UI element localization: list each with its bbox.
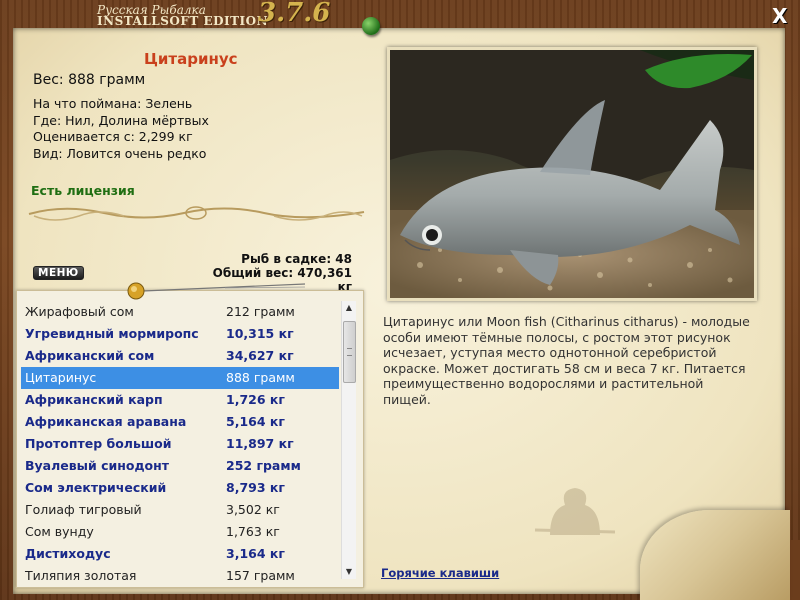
catch-item-weight: 34,627 кг [226, 348, 294, 363]
catch-item-name: Дистиходус [25, 546, 111, 561]
hotkeys-link[interactable]: Горячие клавиши [381, 566, 499, 580]
fish-description: Цитаринус или Moon fish (Citharinus cith… [383, 314, 750, 407]
catch-list-item[interactable]: Сом электрический 8,793 кг [21, 477, 339, 499]
catch-item-weight: 212 грамм [226, 304, 295, 319]
catch-list-item[interactable]: Жирафовый сом 212 грамм [21, 301, 339, 323]
app-title-line2: INSTALLSOFT EDITION [97, 14, 269, 28]
catch-item-weight: 3,164 кг [226, 546, 285, 561]
catch-item-name: Угревидный мормиропс [25, 326, 199, 341]
catch-list-item[interactable]: Цитаринус 888 грамм [21, 367, 339, 389]
catch-item-name: Африканский карп [25, 392, 163, 407]
ornament-divider [28, 206, 365, 221]
catch-item-weight: 252 грамм [226, 458, 301, 473]
scroll-down-icon[interactable]: ▼ [342, 565, 356, 579]
fish-info: На что поймана: Зелень Где: Нил, Долина … [33, 96, 209, 162]
catch-item-weight: 157 грамм [226, 568, 295, 583]
catch-list-item[interactable]: Сом вунду 1,763 кг [21, 521, 339, 543]
catch-list-item[interactable]: Африканский карп 1,726 кг [21, 389, 339, 411]
catch-item-name: Вуалевый синодонт [25, 458, 170, 473]
keepnet-count: Рыб в садке: 48 [241, 252, 352, 266]
grip-icon [347, 348, 352, 356]
menu-button[interactable]: МЕНЮ [33, 266, 84, 280]
catch-item-weight: 8,793 кг [226, 480, 285, 495]
catch-list[interactable]: Жирафовый сом 212 грамм Угревидный мормиро… [16, 290, 364, 588]
catch-item-weight: 11,897 кг [226, 436, 294, 451]
license-status: Есть лицензия [31, 183, 135, 198]
catch-item-weight: 888 грамм [226, 370, 295, 385]
catch-item-name: Протоптер большой [25, 436, 172, 451]
scrollbar[interactable]: ▲ ▼ [341, 301, 356, 579]
fish-rarity: Вид: Ловится очень редко [33, 145, 207, 161]
fish-valued-from: Оценивается с: 2,299 кг [33, 129, 193, 144]
fishing-float-icon [127, 282, 306, 300]
fish-weight: Вес: 888 грамм [33, 72, 146, 88]
catch-item-weight: 10,315 кг [226, 326, 294, 341]
catch-list-item[interactable]: Дистиходус 3,164 кг [21, 543, 339, 565]
pushpin-icon [362, 17, 380, 35]
fish-name: Цитаринус [144, 50, 238, 68]
catch-list-item[interactable]: Африканская аравана 5,164 кг [21, 411, 339, 433]
catch-list-item[interactable]: Угревидный мормиропс 10,315 кг [21, 323, 339, 345]
catch-list-item[interactable]: Африканский сом 34,627 кг [21, 345, 339, 367]
fish-bait: На что поймана: Зелень [33, 96, 193, 111]
scroll-up-icon[interactable]: ▲ [342, 301, 356, 315]
catch-item-name: Тиляпия золотая [25, 568, 137, 583]
close-button[interactable]: X [772, 4, 787, 28]
catch-item-weight: 3,502 кг [226, 502, 280, 517]
catch-item-name: Африканская аравана [25, 414, 187, 429]
app-window: Русская Рыбалка INSTALLSOFT EDITION 3.7.… [0, 0, 800, 600]
catch-list-item[interactable]: Тиляпия золотая 157 грамм [21, 565, 339, 587]
catch-list-item[interactable]: Вуалевый синодонт 252 грамм [21, 455, 339, 477]
fish-photo [387, 47, 757, 301]
catch-item-name: Жирафовый сом [25, 304, 134, 319]
catch-item-weight: 1,763 кг [226, 524, 280, 539]
title-bar: Русская Рыбалка INSTALLSOFT EDITION 3.7.… [0, 0, 800, 30]
catch-item-weight: 1,726 кг [226, 392, 285, 407]
scroll-thumb[interactable] [343, 321, 356, 383]
catch-list-item[interactable]: Голиаф тигровый 3,502 кг [21, 499, 339, 521]
catch-item-weight: 5,164 кг [226, 414, 285, 429]
catch-item-name: Голиаф тигровый [25, 502, 142, 517]
catch-item-name: Сом вунду [25, 524, 94, 539]
fish-location: Где: Нил, Долина мёртвых [33, 112, 209, 128]
catch-list-item[interactable]: Протоптер большой 11,897 кг [21, 433, 339, 455]
fisherman-silhouette-icon [534, 488, 616, 535]
catch-item-name: Африканский сом [25, 348, 155, 363]
catch-item-name: Сом электрический [25, 480, 167, 495]
catch-item-name: Цитаринус [25, 370, 97, 385]
app-version: 3.7.6 [258, 0, 331, 28]
fish-image [390, 50, 754, 298]
